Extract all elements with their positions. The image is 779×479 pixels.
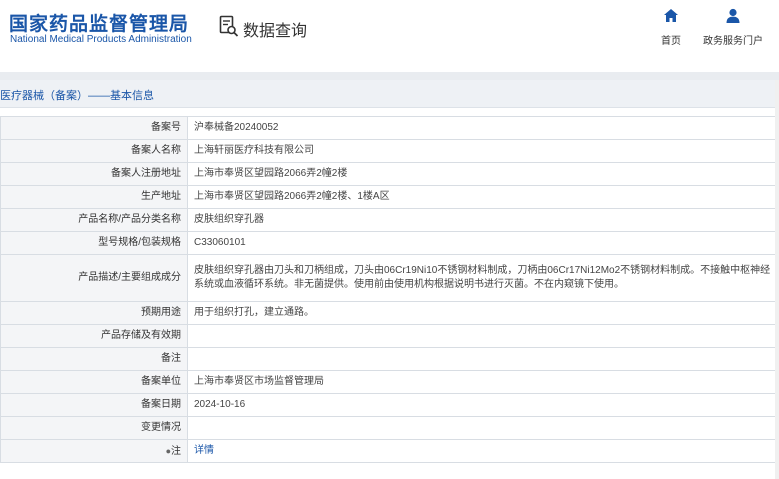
field-label: 变更情况 [0,416,188,440]
nav-home-label: 首页 [661,36,681,47]
table-row: 型号规格/包装规格 C33060101 [0,231,779,255]
field-label: 产品名称/产品分类名称 [0,208,188,232]
data-query-link[interactable]: 数据查询 [219,15,307,42]
field-label: 预期用途 [0,301,188,325]
table-row: 备案号 沪奉械备20240052 [0,116,779,140]
field-value: 用于组织打孔，建立通路。 [187,301,779,325]
field-value [187,347,779,371]
field-value: C33060101 [187,231,779,255]
nav-service-portal[interactable]: 政务服务门户 [703,8,763,47]
field-value [187,324,779,348]
field-label: 备案人名称 [0,139,188,163]
table-row: 产品名称/产品分类名称 皮肤组织穿孔器 [0,208,779,232]
field-label: 备案号 [0,116,188,140]
field-value: 上海市奉贤区市场监督管理局 [187,370,779,394]
scrollbar[interactable] [775,80,779,479]
details-link[interactable]: 详情 [194,445,214,456]
field-label: 备注 [0,347,188,371]
field-value: 上海市奉贤区望园路2066弄2幢2楼、1楼A区 [187,185,779,209]
field-value: 皮肤组织穿孔器由刀头和刀柄组成，刀头由06Cr19Ni10不锈钢材料制成，刀柄由… [187,254,779,302]
field-value [187,416,779,440]
site-logo-en: National Medical Products Administration [10,34,192,45]
table-row: 产品描述/主要组成成分 皮肤组织穿孔器由刀头和刀柄组成，刀头由06Cr19Ni1… [0,254,779,302]
table-row: 备案人名称 上海轩丽医疗科技有限公司 [0,139,779,163]
field-value: 2024-10-16 [187,393,779,417]
detail-table: 备案号 沪奉械备20240052 备案人名称 上海轩丽医疗科技有限公司 备案人注… [0,116,779,463]
field-label: 生产地址 [0,185,188,209]
table-row: 备案日期 2024-10-16 [0,393,779,417]
table-row: 备案人注册地址 上海市奉贤区望园路2066弄2幢2楼 [0,162,779,186]
breadcrumb: 医疗器械（备案）——基本信息 [0,90,154,102]
field-label: 备案单位 [0,370,188,394]
field-label: 型号规格/包装规格 [0,231,188,255]
field-label: 备案日期 [0,393,188,417]
table-row-note: ●注 详情 [0,439,779,463]
user-icon [725,8,741,28]
field-value: 上海轩丽医疗科技有限公司 [187,139,779,163]
field-label-note: ●注 [0,439,188,463]
field-value-note: 详情 [187,439,779,463]
site-logo-cn[interactable]: 国家药品监督管理局 [9,9,189,36]
table-row: 变更情况 [0,416,779,440]
field-label: 备案人注册地址 [0,162,188,186]
site-header: 国家药品监督管理局 National Medical Products Admi… [0,0,779,72]
table-row: 预期用途 用于组织打孔，建立通路。 [0,301,779,325]
top-nav: 首页 政务服务门户 [661,8,763,47]
nav-home[interactable]: 首页 [661,8,681,47]
field-label: 产品存储及有效期 [0,324,188,348]
nav-service-portal-label: 政务服务门户 [703,36,763,47]
field-value: 上海市奉贤区望园路2066弄2幢2楼 [187,162,779,186]
data-query-label: 数据查询 [243,22,308,40]
table-row: 产品存储及有效期 [0,324,779,348]
search-document-icon [219,15,239,42]
table-row: 生产地址 上海市奉贤区望园路2066弄2幢2楼、1楼A区 [0,185,779,209]
note-label: 注 [171,445,181,457]
home-icon [663,8,679,28]
table-row: 备注 [0,347,779,371]
field-value: 沪奉械备20240052 [187,116,779,140]
field-label: 产品描述/主要组成成分 [0,254,188,302]
table-row: 备案单位 上海市奉贤区市场监督管理局 [0,370,779,394]
spacer [0,108,779,116]
breadcrumb-bar: 医疗器械（备案）——基本信息 [0,80,779,108]
field-value: 皮肤组织穿孔器 [187,208,779,232]
header-divider-band [0,72,779,80]
